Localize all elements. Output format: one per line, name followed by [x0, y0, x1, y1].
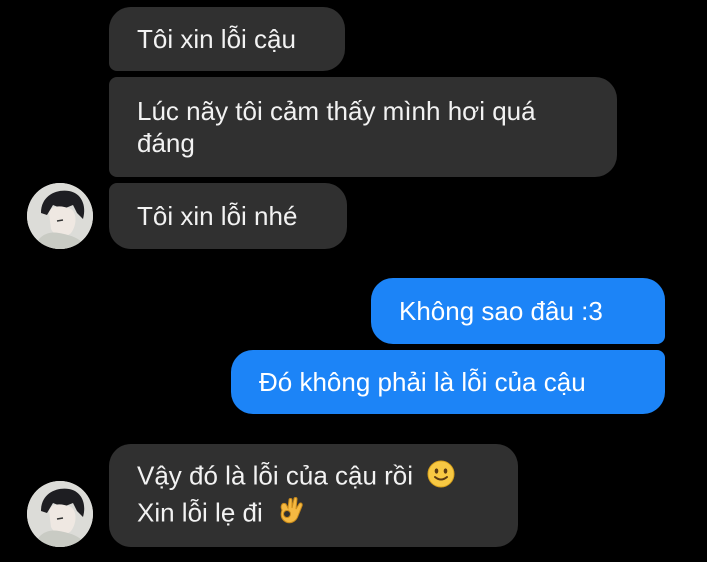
message-bubble-outgoing[interactable]: Không sao đâu :3	[371, 278, 665, 344]
message-bubble-incoming[interactable]: Vậy đó là lỗi của cậu rồi Xin lỗi lẹ đi	[109, 444, 518, 547]
avatar-image	[27, 481, 93, 547]
message-line: Vậy đó là lỗi của cậu rồi	[137, 459, 490, 496]
message-text: Vậy đó là lỗi của cậu rồi	[137, 459, 414, 490]
ok-hand-emoji	[276, 496, 304, 533]
message-line: Xin lỗi lẹ đi	[137, 496, 490, 533]
message-text: Tôi xin lỗi nhé	[137, 201, 298, 231]
message-bubble-incoming[interactable]: Tôi xin lỗi nhé	[109, 183, 347, 249]
slightly-smiling-face-emoji	[426, 459, 456, 496]
message-text: Lúc nãy tôi cảm thấy mình hơi quá	[137, 96, 536, 126]
message-text: Đó không phải là lỗi của cậu	[259, 367, 586, 397]
contact-avatar[interactable]	[27, 183, 93, 249]
message-text: Không sao đâu :3	[399, 296, 603, 326]
message-text: Tôi xin lỗi cậu	[137, 24, 296, 54]
message-text: Xin lỗi lẹ đi	[137, 496, 263, 527]
message-bubble-outgoing[interactable]: Đó không phải là lỗi của cậu	[231, 350, 665, 414]
message-bubble-incoming[interactable]: Tôi xin lỗi cậu	[109, 7, 345, 71]
contact-avatar[interactable]	[27, 481, 93, 547]
avatar-image	[27, 183, 93, 249]
message-text: đáng	[137, 128, 195, 158]
message-bubble-incoming[interactable]: Lúc nãy tôi cảm thấy mình hơi quá đáng	[109, 77, 617, 177]
